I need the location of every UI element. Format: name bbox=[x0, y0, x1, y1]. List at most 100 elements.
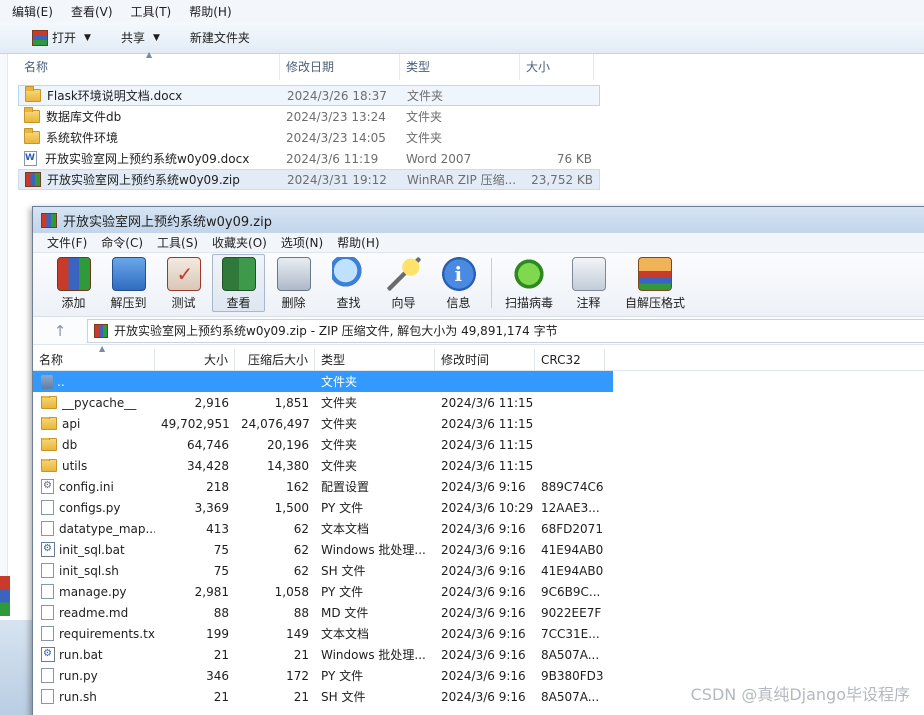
book-icon bbox=[221, 257, 256, 291]
toolbar-separator bbox=[491, 258, 492, 308]
column-packed[interactable]: 压缩后大小 bbox=[235, 348, 315, 371]
table-row[interactable]: requirements.txt 199 149 文本文档 2024/3/6 9… bbox=[33, 623, 924, 644]
menu-commands[interactable]: 命令(C) bbox=[101, 234, 143, 251]
row-crc: 8A507A... bbox=[541, 689, 600, 704]
folder-icon bbox=[41, 458, 57, 472]
table-row[interactable]: .. 文件夹 bbox=[33, 371, 613, 392]
table-row[interactable]: utils 34,428 14,380 文件夹 2024/3/6 11:15 bbox=[33, 455, 924, 476]
row-size: 218 bbox=[206, 479, 229, 494]
file-name: 开放实验室网上预约系统w0y09.docx bbox=[45, 152, 250, 166]
extract-to-button[interactable]: 解压到 bbox=[102, 254, 155, 312]
new-folder-button[interactable]: 新建文件夹 bbox=[190, 29, 250, 46]
row-crc: 41E94AB0 bbox=[541, 542, 604, 557]
list-item[interactable]: 数据库文件db 2024/3/23 13:24 文件夹 bbox=[18, 106, 600, 127]
column-crc[interactable]: CRC32 bbox=[535, 348, 605, 371]
table-row[interactable]: datatype_map.... 413 62 文本文档 2024/3/6 9:… bbox=[33, 518, 924, 539]
comment-label: 注释 bbox=[576, 296, 601, 310]
table-row[interactable]: readme.md 88 88 MD 文件 2024/3/6 9:16 9022… bbox=[33, 602, 924, 623]
menu-help[interactable]: 帮助(H) bbox=[337, 234, 379, 251]
share-button[interactable]: 共享 ▼ bbox=[121, 29, 160, 46]
view-button[interactable]: 查看 bbox=[212, 254, 265, 312]
info-button[interactable]: 信息 bbox=[432, 254, 485, 312]
ini-file-icon bbox=[41, 479, 54, 494]
row-packed: 62 bbox=[293, 521, 309, 536]
archive-path-text: 开放实验室网上预约系统w0y09.zip - ZIP 压缩文件, 解包大小为 4… bbox=[114, 324, 558, 338]
column-size[interactable]: 大小 bbox=[520, 54, 594, 80]
row-type: Windows 批处理... bbox=[321, 648, 426, 662]
folder-icon bbox=[41, 416, 57, 430]
table-row[interactable]: db 64,746 20,196 文件夹 2024/3/6 11:15 bbox=[33, 434, 924, 455]
sfx-button[interactable]: 自解压格式 bbox=[617, 254, 693, 312]
archive-file-list: .. 文件夹 __pycache__ 2,916 1,851 文件夹 2024/… bbox=[33, 371, 924, 707]
table-row[interactable]: init_sql.bat 75 62 Windows 批处理... 2024/3… bbox=[33, 539, 924, 560]
row-modified: 2024/3/6 9:16 bbox=[441, 521, 526, 536]
explorer-menu-edit[interactable]: 编辑(E) bbox=[12, 3, 53, 20]
row-modified: 2024/3/6 9:16 bbox=[441, 542, 526, 557]
winrar-menubar: 文件(F) 命令(C) 工具(S) 收藏夹(O) 选项(N) 帮助(H) bbox=[33, 233, 924, 253]
open-button[interactable]: 打开 ▼ bbox=[32, 29, 91, 46]
row-type: SH 文件 bbox=[321, 564, 366, 578]
explorer-menu-help[interactable]: 帮助(H) bbox=[189, 3, 231, 20]
menu-tools[interactable]: 工具(S) bbox=[157, 234, 198, 251]
row-modified: 2024/3/6 11:15 bbox=[441, 395, 534, 410]
view-label: 查看 bbox=[226, 296, 251, 310]
table-row[interactable]: api 49,702,951 24,076,497 文件夹 2024/3/6 1… bbox=[33, 413, 924, 434]
table-row[interactable]: manage.py 2,981 1,058 PY 文件 2024/3/6 9:1… bbox=[33, 581, 924, 602]
column-size[interactable]: 大小 bbox=[155, 348, 235, 371]
row-size: 199 bbox=[206, 626, 229, 641]
archive-path[interactable]: 开放实验室网上预约系统w0y09.zip - ZIP 压缩文件, 解包大小为 4… bbox=[87, 318, 924, 343]
delete-button[interactable]: 删除 bbox=[267, 254, 320, 312]
row-packed: 21 bbox=[293, 689, 309, 704]
sfx-box-icon bbox=[638, 257, 672, 291]
column-type[interactable]: 类型 bbox=[400, 54, 520, 80]
scan-virus-button[interactable]: 扫描病毒 bbox=[498, 254, 560, 312]
row-type: PY 文件 bbox=[321, 669, 364, 683]
magic-wand-icon bbox=[386, 257, 421, 291]
find-label: 查找 bbox=[336, 296, 361, 310]
test-button[interactable]: 测试 bbox=[157, 254, 210, 312]
column-modified[interactable]: 修改时间 bbox=[435, 348, 535, 371]
row-name: requirements.txt bbox=[59, 626, 155, 641]
winrar-titlebar[interactable]: 开放实验室网上预约系统w0y09.zip bbox=[33, 207, 924, 233]
row-name: .. bbox=[57, 374, 65, 389]
column-modified[interactable]: 修改日期 bbox=[280, 54, 400, 80]
row-name: run.py bbox=[59, 668, 98, 683]
row-modified: 2024/3/6 11:15 bbox=[441, 437, 534, 452]
navigation-pane[interactable] bbox=[0, 54, 8, 604]
menu-options[interactable]: 选项(N) bbox=[281, 234, 323, 251]
list-item[interactable]: 系统软件环境 2024/3/23 14:05 文件夹 bbox=[18, 127, 600, 148]
table-row[interactable]: init_sql.sh 75 62 SH 文件 2024/3/6 9:16 41… bbox=[33, 560, 924, 581]
row-size: 346 bbox=[206, 668, 229, 683]
column-name[interactable]: 名称 bbox=[33, 348, 155, 371]
table-row[interactable]: run.bat 21 21 Windows 批处理... 2024/3/6 9:… bbox=[33, 644, 924, 665]
list-item[interactable]: 开放实验室网上预约系统w0y09.zip 2024/3/31 19:12 Win… bbox=[18, 169, 600, 190]
explorer-menu-view[interactable]: 查看(V) bbox=[71, 3, 113, 20]
row-size: 88 bbox=[213, 605, 229, 620]
explorer-menu-tools[interactable]: 工具(T) bbox=[131, 3, 172, 20]
folder-icon bbox=[24, 107, 40, 123]
folder-icon bbox=[24, 128, 40, 144]
table-row[interactable]: __pycache__ 2,916 1,851 文件夹 2024/3/6 11:… bbox=[33, 392, 924, 413]
comment-button[interactable]: 注释 bbox=[562, 254, 615, 312]
test-checkmark-icon bbox=[166, 257, 201, 291]
list-item[interactable]: Flask环境说明文档.docx 2024/3/26 18:37 文件夹 bbox=[18, 85, 600, 106]
add-button[interactable]: 添加 bbox=[47, 254, 100, 312]
menu-file[interactable]: 文件(F) bbox=[47, 234, 87, 251]
row-name: __pycache__ bbox=[62, 395, 137, 410]
table-row[interactable]: config.ini 218 162 配置设置 2024/3/6 9:16 88… bbox=[33, 476, 924, 497]
archive-column-header: ▲ 名称 大小 压缩后大小 类型 修改时间 CRC32 bbox=[33, 344, 924, 371]
column-type[interactable]: 类型 bbox=[315, 348, 435, 371]
up-arrow-icon[interactable]: ↑ bbox=[33, 322, 87, 340]
wizard-button[interactable]: 向导 bbox=[377, 254, 430, 312]
row-type: 文件夹 bbox=[321, 438, 358, 452]
row-crc: 68FD2071 bbox=[541, 521, 603, 536]
row-modified: 2024/3/6 11:15 bbox=[441, 458, 534, 473]
file-icon bbox=[41, 668, 54, 683]
row-name: config.ini bbox=[59, 479, 114, 494]
row-crc: 41E94AB0 bbox=[541, 563, 604, 578]
find-button[interactable]: 查找 bbox=[322, 254, 375, 312]
table-row[interactable]: configs.py 3,369 1,500 PY 文件 2024/3/6 10… bbox=[33, 497, 924, 518]
menu-favorites[interactable]: 收藏夹(O) bbox=[212, 234, 267, 251]
list-item[interactable]: 开放实验室网上预约系统w0y09.docx 2024/3/6 11:19 Wor… bbox=[18, 148, 600, 169]
file-icon bbox=[41, 584, 54, 599]
